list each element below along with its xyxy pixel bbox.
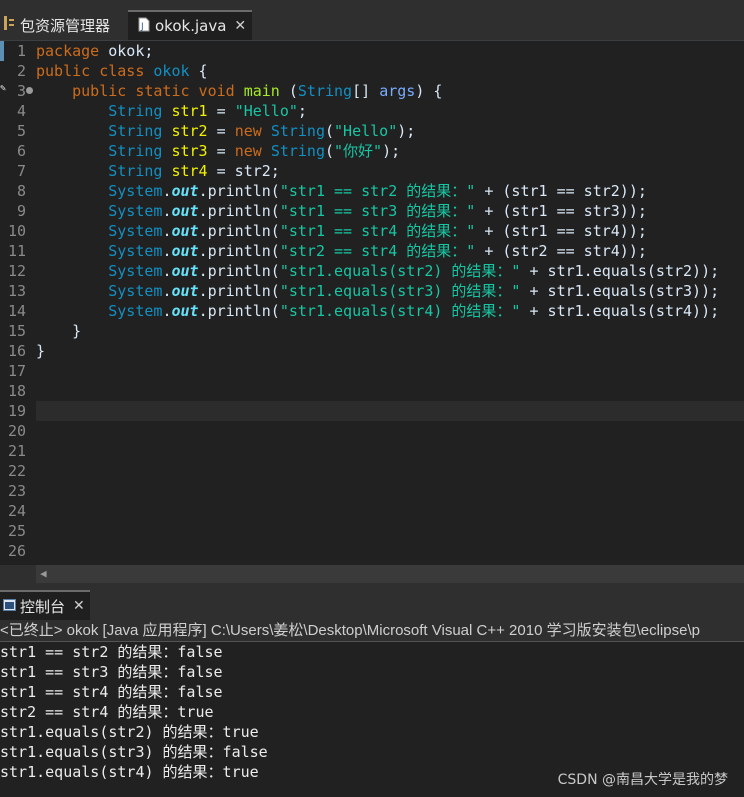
line-number: 7 bbox=[16, 162, 26, 180]
line-number: 18 bbox=[7, 382, 26, 400]
code-line: System.out.println("str2 == str4 的结果：" +… bbox=[108, 242, 647, 260]
console-line: str2 == str4 的结果：true bbox=[0, 703, 214, 721]
line-number: 14 bbox=[7, 302, 26, 320]
tab-package-explorer[interactable]: 包资源管理器 bbox=[0, 10, 128, 40]
console-line: str1 == str2 的结果：false bbox=[0, 643, 223, 661]
close-icon[interactable]: ✕ bbox=[73, 598, 85, 614]
line-number: 13 bbox=[7, 282, 26, 300]
code-area[interactable]: package okok; public class okok { public… bbox=[36, 41, 744, 565]
code-line: System.out.println("str1.equals(str3) 的结… bbox=[108, 282, 720, 300]
line-number: 2 bbox=[16, 62, 26, 80]
console-tab-bar: 控制台 ✕ bbox=[0, 590, 744, 620]
line-number: 5 bbox=[16, 122, 26, 140]
code-line: System.out.println("str1 == str3 的结果：" +… bbox=[108, 202, 647, 220]
console-line: str1.equals(str3) 的结果：false bbox=[0, 743, 268, 761]
tab-label: okok.java bbox=[155, 17, 227, 35]
svg-text:J: J bbox=[140, 22, 144, 32]
close-icon[interactable]: ✕ bbox=[234, 18, 246, 34]
line-number: 15 bbox=[7, 322, 26, 340]
line-number: 6 bbox=[16, 142, 26, 160]
tab-okok-java[interactable]: J okok.java ✕ bbox=[128, 10, 252, 40]
code-editor[interactable]: 1 2 3 ✎ 4 5 6 7 8 9 10 11 12 13 14 15 16… bbox=[0, 41, 744, 565]
tab-label: 控制台 bbox=[20, 597, 66, 616]
console-line: str1 == str4 的结果：false bbox=[0, 683, 223, 701]
code-line: String str2 = new String("Hello"); bbox=[108, 122, 416, 140]
pin-icon: ✎ bbox=[0, 83, 7, 94]
console-line: str1.equals(str2) 的结果：true bbox=[0, 723, 259, 741]
line-number: 1 bbox=[16, 42, 26, 60]
code-line: String str1 = "Hello"; bbox=[108, 102, 307, 120]
line-number-gutter: 1 2 3 ✎ 4 5 6 7 8 9 10 11 12 13 14 15 16… bbox=[0, 41, 36, 565]
code-line: String str4 = str2; bbox=[108, 162, 280, 180]
console-line: str1 == str3 的结果：false bbox=[0, 663, 223, 681]
tab-label: 包资源管理器 bbox=[20, 16, 111, 35]
watermark: CSDN @南昌大学是我的梦 bbox=[557, 772, 728, 788]
line-number: 19 bbox=[7, 402, 26, 420]
editor-tab-bar: 包资源管理器 J okok.java ✕ bbox=[0, 0, 744, 41]
code-line: String str3 = new String("你好"); bbox=[108, 142, 401, 160]
console-process-label: <已终止> okok [Java 应用程序] C:\Users\姜松\Deskt… bbox=[0, 620, 744, 642]
line-number: 26 bbox=[7, 542, 26, 560]
code-line: public class okok { bbox=[36, 62, 208, 80]
line-number: 17 bbox=[7, 362, 26, 380]
scroll-left-icon[interactable]: ◀ bbox=[40, 567, 47, 580]
line-number: 10 bbox=[7, 222, 26, 240]
fold-icon[interactable] bbox=[26, 87, 33, 94]
code-line: } bbox=[36, 342, 46, 360]
line-number: 12 bbox=[7, 262, 26, 280]
code-line: System.out.println("str1 == str2 的结果：" +… bbox=[108, 182, 647, 200]
console-icon bbox=[3, 597, 16, 615]
code-line: System.out.println("str1.equals(str4) 的结… bbox=[108, 302, 720, 320]
line-number: 24 bbox=[7, 502, 26, 520]
horizontal-scrollbar[interactable]: ◀ bbox=[36, 565, 744, 583]
line-number: 16 bbox=[7, 342, 26, 360]
tab-console[interactable]: 控制台 ✕ bbox=[0, 590, 90, 620]
code-line: } bbox=[36, 322, 82, 340]
line-number: 9 bbox=[16, 202, 26, 220]
code-line: System.out.println("str1.equals(str2) 的结… bbox=[108, 262, 720, 280]
line-number: 4 bbox=[16, 102, 26, 120]
java-file-icon: J bbox=[138, 17, 150, 36]
line-number: 20 bbox=[7, 422, 26, 440]
line-number: 22 bbox=[7, 462, 26, 480]
line-number: 11 bbox=[7, 242, 26, 260]
package-explorer-icon bbox=[3, 15, 15, 35]
line-number: 25 bbox=[7, 522, 26, 540]
code-line: System.out.println("str1 == str4 的结果：" +… bbox=[108, 222, 647, 240]
line-number: 8 bbox=[16, 182, 26, 200]
line-number: 23 bbox=[7, 482, 26, 500]
code-line: package okok; bbox=[36, 42, 154, 60]
line-number: 21 bbox=[7, 442, 26, 460]
code-line: public static void main (String[] args) … bbox=[72, 82, 443, 100]
console-line: str1.equals(str4) 的结果：true bbox=[0, 763, 259, 781]
